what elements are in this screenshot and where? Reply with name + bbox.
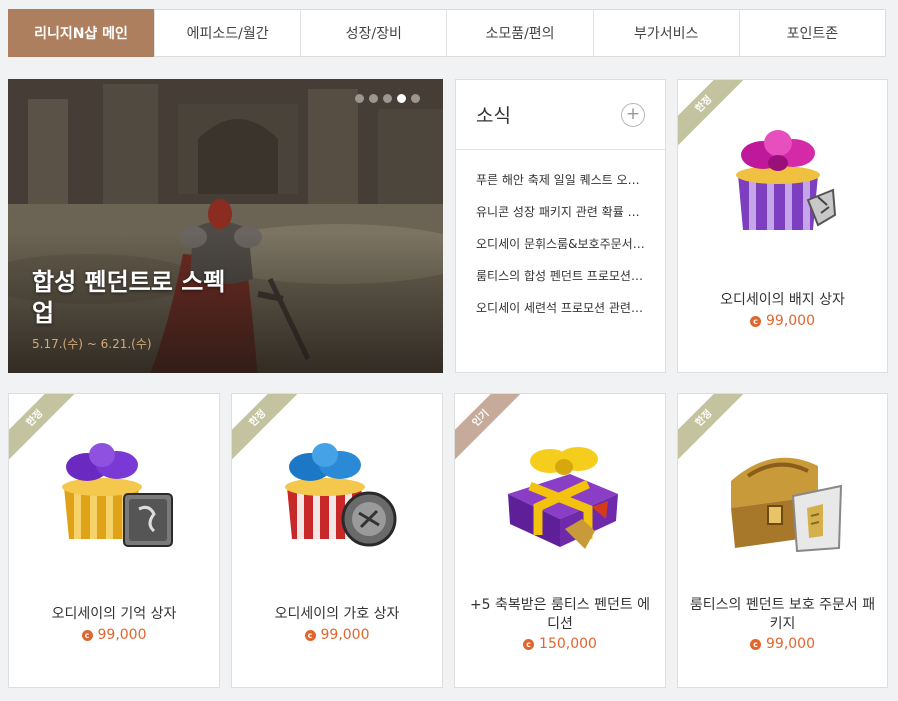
category-tabs: 리니지N샵 메인 에피소드/월간 성장/장비 소모품/편의 부가서비스 포인트존 [8, 9, 886, 57]
slide-dot-1[interactable] [355, 94, 364, 103]
blessing-box-image [285, 443, 397, 547]
coin-icon: c [523, 638, 535, 650]
news-item[interactable]: 오디세이 세련석 프로모션 관련 안내 [476, 284, 646, 316]
product-price: c 99,000 [232, 627, 442, 643]
product-price: c 150,000 [455, 636, 665, 652]
slide-dot-4[interactable] [397, 94, 406, 103]
price-value: 150,000 [539, 636, 597, 652]
product-name: 오디세이의 가호 상자 [274, 606, 400, 622]
product-price: c 99,000 [9, 627, 219, 643]
product-card[interactable]: 한정 오디세이의 가호 상자 c 99,000 [231, 393, 443, 688]
product-name: +5 축복받은 룸티스 펜던트 에디션 [469, 597, 651, 632]
banner-title: 합성 펜던트로 스펙업 [32, 268, 226, 327]
news-panel: 소식 + 푸른 해안 축제 일일 퀘스트 오류 안내 유니콘 성장 패키지 관련… [455, 79, 666, 373]
price-value: 99,000 [766, 636, 815, 652]
tab-main[interactable]: 리니지N샵 메인 [8, 9, 154, 57]
product-card[interactable]: 한정 룸티스의 펜던트 보호 주문서 패키지 c 99,000 [677, 393, 888, 688]
price-value: 99,000 [766, 313, 815, 329]
memory-box-image [62, 443, 173, 547]
product-price: c 99,000 [678, 313, 887, 329]
pendant-gift-image [508, 447, 618, 549]
tab-episode-monthly[interactable]: 에피소드/월간 [154, 10, 300, 56]
news-item[interactable]: 오디세이 문휘스룸&보호주문서 안내 [476, 220, 646, 252]
slide-indicator [355, 94, 420, 103]
tab-consumables[interactable]: 소모품/편의 [446, 10, 592, 56]
banner-date: 5.17.(수) ~ 6.21.(수) [32, 337, 152, 351]
news-header: 소식 + [456, 80, 665, 150]
product-card[interactable]: 한정 오디세이의 기억 상자 c 99,000 [8, 393, 220, 688]
product-price: c 99,000 [678, 636, 887, 652]
tab-extra-services[interactable]: 부가서비스 [592, 10, 739, 56]
promo-banner[interactable]: 합성 펜던트로 스펙업 5.17.(수) ~ 6.21.(수) [8, 79, 443, 373]
news-item[interactable]: 푸른 해안 축제 일일 퀘스트 오류 안내 [476, 164, 646, 188]
product-name: 룸티스의 펜던트 보호 주문서 패키지 [689, 597, 876, 632]
news-list: 푸른 해안 축제 일일 퀘스트 오류 안내 유니콘 성장 패키지 관련 확률 안… [456, 150, 665, 316]
tab-growth-equipment[interactable]: 성장/장비 [300, 10, 446, 56]
news-item[interactable]: 룸티스의 합성 펜던트 프로모션 안내 [476, 252, 646, 284]
coin-icon: c [750, 315, 761, 327]
slide-dot-3[interactable] [383, 94, 392, 103]
coin-icon: c [304, 629, 316, 641]
plus-icon[interactable]: + [621, 102, 645, 127]
coin-icon: c [81, 629, 93, 641]
coin-icon: c [750, 638, 761, 650]
slide-dot-5[interactable] [411, 94, 420, 103]
news-title: 소식 [476, 105, 511, 127]
price-value: 99,000 [320, 627, 370, 643]
treasure-chest-image [731, 457, 843, 553]
badge-box-image [736, 130, 837, 230]
product-card[interactable]: 한정 오디세이의 배지 상자 c 99,000 [677, 79, 888, 373]
price-value: 99,000 [97, 627, 147, 643]
product-name: 오디세이의 배지 상자 [720, 292, 845, 308]
product-name: 오디세이의 기억 상자 [51, 606, 177, 622]
tab-point-zone[interactable]: 포인트존 [738, 10, 885, 56]
news-item[interactable]: 유니콘 성장 패키지 관련 확률 안내 [476, 188, 646, 220]
slide-dot-2[interactable] [369, 94, 378, 103]
product-card[interactable]: 인기 +5 축복받은 룸티스 펜던트 에디션 c 150,000 [454, 393, 666, 688]
